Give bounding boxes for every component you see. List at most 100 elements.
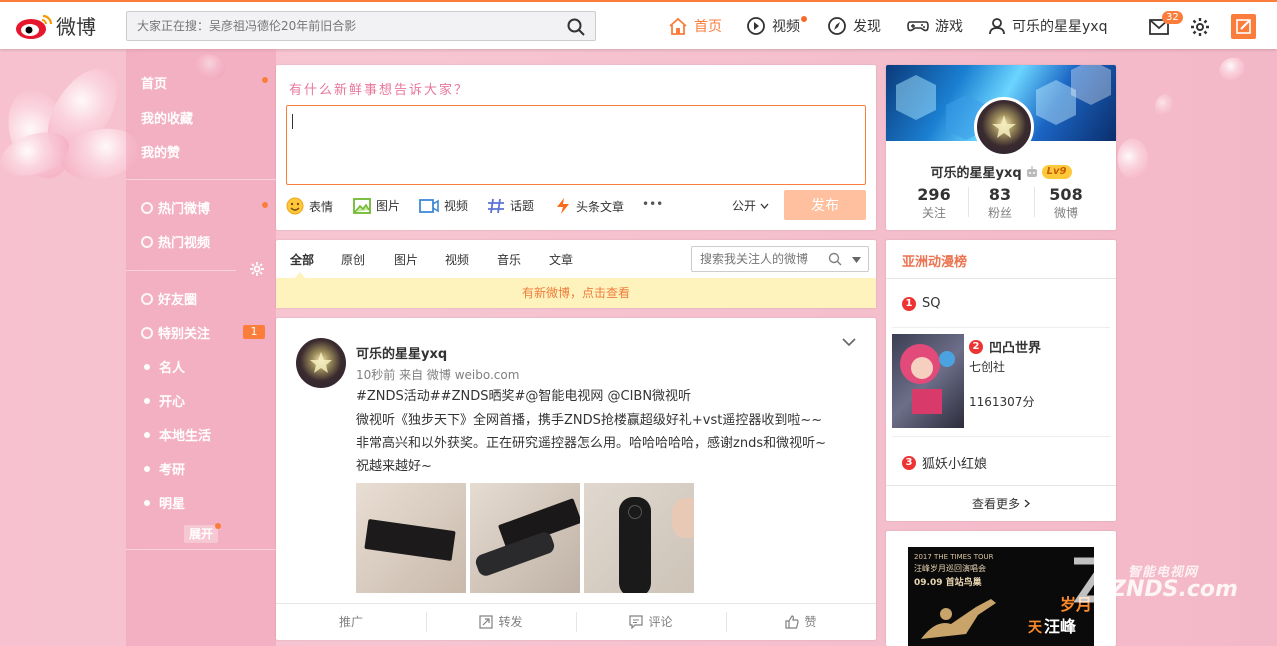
tab-images[interactable]: 图片: [394, 251, 418, 268]
ad-line: 09.09 首站鸟巢: [914, 578, 982, 588]
message-count-badge: 32: [1162, 11, 1183, 24]
tab-all[interactable]: 全部: [290, 251, 314, 268]
weibo-logo-icon: [16, 14, 53, 39]
image-button[interactable]: 图片: [353, 197, 400, 214]
sidebar-item-hot-weibo[interactable]: 热门微博: [141, 198, 210, 217]
tab-music[interactable]: 音乐: [497, 251, 521, 268]
star-avatar-graphic: [310, 352, 332, 373]
post-image[interactable]: [470, 483, 580, 593]
post-image[interactable]: [584, 483, 694, 593]
sidebar-item-celebrities[interactable]: 名人: [141, 357, 185, 376]
nav-video[interactable]: 视频: [746, 16, 800, 36]
article-button[interactable]: 头条文章: [555, 197, 624, 215]
follow-search-input[interactable]: [692, 247, 822, 271]
ranking-item[interactable]: 1 SQ: [902, 296, 940, 311]
repost-button[interactable]: 转发: [426, 604, 576, 639]
sidebar-item-local-life[interactable]: 本地生活: [141, 425, 211, 444]
post-action-bar: 推广 转发 评论 赞: [276, 603, 876, 639]
nav-discover[interactable]: 发现: [827, 16, 881, 36]
concert-ad-banner[interactable]: 2017 THE TIMES TOUR 汪峰岁月巡回演唱会 09.09 首站鸟巢…: [908, 547, 1094, 646]
logo-text: 微博: [56, 15, 96, 39]
stat-label: 关注: [921, 206, 946, 220]
post-author-name[interactable]: 可乐的星星yxq: [356, 343, 447, 362]
sidebar-expand-button[interactable]: 展开: [184, 525, 218, 543]
sidebar-item-home[interactable]: 首页: [141, 73, 167, 92]
sidebar-settings-icon[interactable]: [250, 262, 264, 276]
publisher-title: 有什么新鲜事想告诉大家？: [289, 83, 470, 98]
robot-badge-icon: [1026, 165, 1037, 177]
sidebar-item-friends[interactable]: 好友圈: [141, 289, 197, 308]
sidebar-divider: [126, 549, 276, 550]
top-navigation-bar: 微博 首页 视频 发现 游戏 可乐的星星yxq 32: [0, 0, 1277, 49]
ranking-item-score: 1161307分: [969, 395, 1035, 409]
compose-button[interactable]: [1231, 14, 1256, 39]
search-input[interactable]: [127, 12, 547, 40]
comment-button[interactable]: 评论: [576, 604, 726, 639]
topic-button[interactable]: 话题: [487, 197, 534, 214]
stat-followers[interactable]: 83 粉丝: [962, 185, 1038, 221]
compass-icon: [828, 17, 846, 35]
publish-button[interactable]: 发布: [784, 190, 866, 220]
ranking-more-link[interactable]: 查看更多: [886, 495, 1116, 512]
video-button[interactable]: 视频: [419, 197, 468, 214]
post-meta: 10秒前 来自 微博 weibo.com: [356, 368, 520, 382]
sidebar-item-label: 考研: [159, 463, 186, 478]
stat-label: 微博: [1053, 206, 1078, 220]
chevron-down-icon[interactable]: [842, 338, 856, 347]
tab-original[interactable]: 原创: [341, 251, 365, 268]
level-badge[interactable]: Lv9: [1041, 164, 1072, 179]
repost-icon: [479, 614, 494, 629]
sidebar-item-exam[interactable]: 考研: [141, 459, 185, 478]
flower-petal-decoration: [1111, 134, 1155, 184]
bullet-icon: [144, 465, 150, 472]
publisher-card: 有什么新鲜事想告诉大家？ 表情 图片 视频 话题 头条文章 ••• 公开 发布: [276, 65, 876, 230]
profile-name[interactable]: 可乐的星星yxq: [930, 162, 1021, 181]
sidebar-item-favorites[interactable]: 我的收藏: [141, 108, 193, 127]
sidebar-item-special-follow[interactable]: 特别关注: [141, 323, 210, 342]
stat-following[interactable]: 296 关注: [896, 185, 972, 221]
ranking-item[interactable]: 3 狐妖小红娘: [902, 453, 987, 472]
more-tools-button[interactable]: •••: [642, 197, 663, 211]
stat-posts[interactable]: 508 微博: [1028, 185, 1104, 221]
video-camera-icon: [419, 198, 439, 213]
sidebar-item-stars[interactable]: 明星: [141, 493, 185, 512]
weibo-logo[interactable]: 微博: [14, 11, 96, 40]
sidebar-item-label: 本地生活: [159, 429, 212, 444]
caret-down-icon[interactable]: [852, 257, 861, 263]
profile-avatar[interactable]: [974, 97, 1034, 157]
ranking-title[interactable]: 亚洲动漫榜: [902, 251, 967, 270]
post-tags[interactable]: #ZNDS活动##ZNDS晒奖#@智能电视网 @CIBN微视听: [356, 385, 866, 409]
flame-icon: [141, 201, 153, 214]
search-icon[interactable]: [828, 252, 842, 266]
image-label: 图片: [376, 199, 401, 213]
lightning-icon: [557, 198, 569, 214]
feed-filter-card: 全部 原创 图片 视频 音乐 文章 有新微博，点击查看: [276, 240, 876, 308]
tab-videos[interactable]: 视频: [445, 251, 469, 268]
sidebar-divider: [126, 270, 236, 271]
gear-icon[interactable]: [1190, 17, 1210, 37]
ranking-item-cover[interactable]: [892, 334, 964, 428]
stat-number: 83: [988, 185, 1012, 204]
post-textarea[interactable]: [286, 105, 866, 185]
tab-articles[interactable]: 文章: [549, 251, 573, 268]
ad-big-text: 天: [1028, 620, 1042, 636]
new-posts-notice[interactable]: 有新微博，点击查看: [276, 278, 876, 308]
ranking-item[interactable]: 2 凹凸世界: [969, 337, 1041, 356]
visibility-dropdown[interactable]: 公开: [732, 197, 769, 214]
nav-game[interactable]: 游戏: [907, 16, 963, 36]
ad-line: 汪峰岁月巡回演唱会: [914, 564, 986, 573]
sidebar-item-likes[interactable]: 我的赞: [141, 142, 180, 161]
sidebar-item-hot-video[interactable]: 热门视频: [141, 232, 210, 251]
nav-home[interactable]: 首页: [668, 16, 722, 36]
promote-button[interactable]: 推广: [276, 604, 426, 639]
author-avatar[interactable]: [296, 338, 346, 388]
post-image[interactable]: [356, 483, 466, 593]
hashtag-icon: [488, 198, 504, 213]
emoji-button[interactable]: 表情: [286, 197, 333, 215]
special-follow-badge: 1: [243, 325, 265, 339]
nav-user[interactable]: 可乐的星星yxq: [988, 16, 1107, 36]
nav-video-label: 视频: [772, 19, 800, 35]
sidebar-item-happy[interactable]: 开心: [141, 391, 185, 410]
like-button[interactable]: 赞: [726, 604, 876, 639]
search-icon[interactable]: [567, 18, 585, 36]
